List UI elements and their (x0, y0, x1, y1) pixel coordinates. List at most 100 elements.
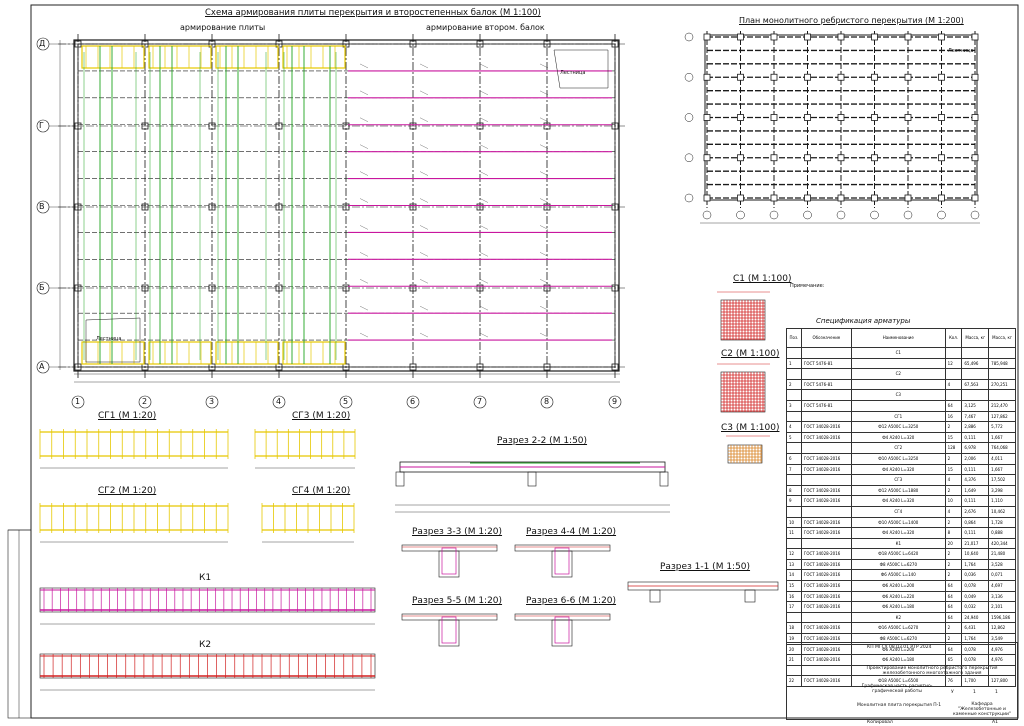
support-mesh (215, 45, 279, 69)
spec-cell: 4 (944, 474, 963, 486)
spec-cell (786, 474, 802, 486)
spec-cell: 7,467 (961, 410, 990, 423)
spec-cell: 15 (944, 431, 963, 444)
spec-cell: 1596,186 (988, 611, 1016, 624)
sg1-title: СГ1 (М 1:20) (98, 411, 157, 421)
spec-cell: ГОСТ 5476-81 (800, 378, 852, 391)
sg4-title: СГ4 (М 1:20) (292, 486, 351, 496)
stair-label-3: Лестница (948, 48, 974, 54)
spec-row: 5 ГОСТ 34028-2016 Ф4 A240 L=320 15 0,111 1,66… (786, 431, 1016, 444)
spec-cell: Ф16 A500C L=6270 (850, 622, 946, 635)
small-column (938, 33, 945, 41)
small-column (904, 154, 912, 162)
small-column (703, 194, 711, 202)
leader (419, 90, 429, 95)
stair-label-2: Лестница (560, 70, 586, 76)
axis-bubble (836, 210, 846, 220)
spec-cell: 4,376 (961, 474, 990, 486)
spec-cell: Ф12 A500C L=3250 (850, 421, 946, 433)
axis-number-0: 1 (75, 397, 81, 406)
small-column (837, 154, 845, 162)
small-column (804, 194, 811, 202)
spec-cell: СГ2 (850, 442, 946, 454)
spec-cell: СГ1 (850, 410, 946, 423)
leader (479, 279, 489, 284)
leader (419, 171, 429, 176)
spec-cell: Ф8 A500C L=6270 (850, 558, 946, 571)
spec-row: 11 ГОСТ 34028-2016 Ф4 A240 L=320 8 0,111 0,88… (786, 527, 1016, 539)
small-column (703, 154, 711, 162)
spec-cell (786, 505, 802, 518)
leader (479, 117, 489, 122)
main-rebar-plan (36, 34, 625, 409)
axis-bubble (903, 210, 913, 220)
spec-cell: 21,017 (961, 537, 990, 550)
spec-cell: 20 (944, 537, 963, 550)
small-column (971, 73, 979, 81)
small-column (938, 194, 945, 202)
leader (359, 117, 369, 122)
stamp-format: А1 (992, 720, 998, 725)
spec-cell: 3,136 (988, 590, 1016, 603)
spec-cell: 16 (944, 410, 963, 423)
spec-row: 14 ГОСТ 34028-2016 Ф6 A500C L=140 2 0,036 0,0… (786, 569, 1016, 582)
spec-row: 10 ГОСТ 34028-2016 Ф10 A500C L=1400 2 0,864 1… (786, 516, 1016, 529)
spec-cell: 764,068 (988, 442, 1016, 454)
leader (359, 225, 369, 230)
axis-bubble (870, 210, 879, 220)
plan-rebar-sub-right: армирование втором. балок (426, 23, 545, 32)
support-mesh (148, 45, 212, 69)
spec-cell (800, 410, 852, 423)
spec-cell: 0,888 (988, 527, 1016, 539)
spec-cell: 212,470 (988, 399, 1016, 412)
spec-cell (961, 347, 990, 359)
spec-cell (800, 505, 852, 518)
notes-heading: Примечание: (790, 283, 825, 289)
axis-letter-3: Б (39, 283, 45, 292)
spec-cell: 10 (944, 495, 963, 507)
spec-cell: 1,728 (988, 516, 1016, 529)
sec66-title: Разрез 6-6 (М 1:20) (526, 596, 617, 606)
spec-cell: 0,111 (961, 495, 990, 507)
axis-letter-4: А (39, 362, 45, 371)
spec-cell: 15 (944, 463, 963, 476)
small-column (703, 33, 711, 41)
spec-cell: ГОСТ 34028-2016 (800, 548, 852, 560)
leader (359, 332, 369, 338)
spec-cell: СГ4 (850, 505, 946, 518)
small-column (804, 114, 811, 121)
small-column (904, 114, 912, 121)
spec-cell (786, 368, 802, 380)
spec-cell: ГОСТ 34028-2016 (800, 516, 852, 529)
leader (419, 144, 429, 149)
spec-cell: 6,978 (961, 442, 990, 454)
spec-cell: С2 (850, 368, 946, 380)
spec-cell (800, 611, 852, 624)
plan-rebar-sub-left: армирование плиты (180, 23, 266, 32)
small-column (837, 73, 845, 81)
spec-cell: 785,948 (988, 357, 1016, 370)
stamp-sheets: 1 (995, 690, 998, 695)
small-column (871, 114, 878, 121)
spec-cell: 2 (944, 569, 963, 582)
axis-bubble (684, 32, 694, 42)
leader (419, 117, 429, 122)
stamp-sheet-title: Монолитная плита перекрытия П-1 (857, 703, 942, 708)
leader (359, 144, 369, 149)
spec-cell (850, 378, 946, 391)
spec-cell (944, 347, 963, 359)
section-drawings (395, 461, 779, 647)
leader (479, 144, 489, 149)
spec-cell: 7 (786, 463, 802, 476)
spec-row: 15 ГОСТ 34028-2016 Ф6 A240 L=200 64 0,078 4,6… (786, 580, 1016, 592)
spec-cell: 16 (786, 590, 802, 603)
small-column (737, 33, 744, 41)
leader (419, 225, 429, 230)
spec-cell (800, 537, 852, 550)
small-column (737, 73, 744, 81)
spec-cell: ГОСТ 34028-2016 (800, 601, 852, 613)
spec-cell: 6 (786, 452, 802, 465)
spec-cell: 6,431 (961, 622, 990, 635)
spec-cell (786, 611, 802, 624)
spec-cell: 1,110 (988, 495, 1016, 507)
